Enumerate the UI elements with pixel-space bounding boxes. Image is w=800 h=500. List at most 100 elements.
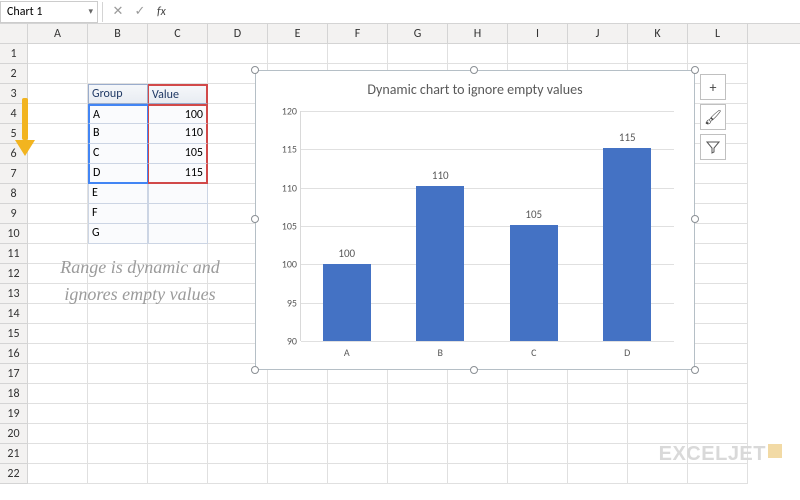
cell[interactable] [688,244,748,264]
cell[interactable] [28,164,88,184]
row-header[interactable]: 20 [0,424,28,444]
cell[interactable] [688,224,748,244]
fx-button[interactable]: fx [151,5,172,19]
plot-area[interactable]: 9095100105110115120 100110105115 [300,111,674,341]
row-header[interactable]: 11 [0,244,28,264]
cell[interactable] [28,104,88,124]
row-header[interactable]: 10 [0,224,28,244]
cell[interactable] [88,384,148,404]
row-header[interactable]: 7 [0,164,28,184]
row-header[interactable]: 22 [0,464,28,484]
column-header[interactable]: J [568,24,628,43]
cell[interactable] [448,404,508,424]
cell[interactable] [148,384,208,404]
cell[interactable] [268,44,328,64]
cell[interactable] [568,404,628,424]
cell[interactable] [508,424,568,444]
cell[interactable] [448,444,508,464]
cell[interactable] [328,404,388,424]
cell[interactable] [508,444,568,464]
cell[interactable] [328,424,388,444]
cell[interactable] [628,384,688,404]
cell[interactable] [28,384,88,404]
cell[interactable]: D [88,164,148,184]
cell[interactable] [208,44,268,64]
cell[interactable] [688,424,748,444]
cell[interactable] [688,304,748,324]
cell[interactable] [28,424,88,444]
cell[interactable] [328,44,388,64]
row-header[interactable]: 1 [0,44,28,64]
cell[interactable] [388,384,448,404]
cell[interactable] [28,464,88,484]
cell[interactable] [208,464,268,484]
column-header[interactable]: F [328,24,388,43]
formula-input[interactable] [172,1,800,23]
cell[interactable] [28,224,88,244]
cell[interactable] [148,184,208,204]
cell[interactable] [688,464,748,484]
cell[interactable] [28,324,88,344]
resize-handle[interactable] [251,366,259,374]
cell[interactable] [28,184,88,204]
cancel-button[interactable]: ✕ [107,1,129,23]
column-header[interactable]: H [448,24,508,43]
cell[interactable] [28,404,88,424]
row-header[interactable]: 18 [0,384,28,404]
bar[interactable]: 100 [317,247,377,341]
row-header[interactable]: 14 [0,304,28,324]
cell[interactable] [448,384,508,404]
cell[interactable]: 115 [148,164,208,184]
chart-elements-button[interactable]: + [700,74,726,100]
resize-handle[interactable] [251,215,259,223]
confirm-button[interactable]: ✓ [129,1,151,23]
resize-handle[interactable] [691,66,699,74]
column-header[interactable]: B [88,24,148,43]
cell[interactable] [88,324,148,344]
cell[interactable] [568,424,628,444]
column-header[interactable]: D [208,24,268,43]
cell[interactable]: Group [88,84,148,104]
cell[interactable] [28,204,88,224]
cell[interactable]: G [88,224,148,244]
cell[interactable] [148,344,208,364]
cell[interactable] [688,184,748,204]
cell[interactable] [28,44,88,64]
cell[interactable] [148,364,208,384]
cell[interactable] [388,424,448,444]
chart-styles-button[interactable]: 🖌 [700,104,726,130]
row-header[interactable]: 21 [0,444,28,464]
cell[interactable] [148,44,208,64]
cell[interactable]: Value [148,84,208,104]
cell[interactable] [28,144,88,164]
cell[interactable] [148,64,208,84]
column-header[interactable]: I [508,24,568,43]
cell[interactable] [268,424,328,444]
cell[interactable] [388,444,448,464]
cell[interactable] [688,44,748,64]
row-header[interactable]: 12 [0,264,28,284]
row-header[interactable]: 19 [0,404,28,424]
cell[interactable]: C [88,144,148,164]
bar[interactable]: 110 [410,169,470,341]
cell[interactable] [448,464,508,484]
chart-object[interactable]: Dynamic chart to ignore empty values 909… [255,70,695,370]
cell[interactable] [88,364,148,384]
cell[interactable] [568,44,628,64]
row-header[interactable]: 9 [0,204,28,224]
bar[interactable]: 105 [504,208,564,341]
column-header[interactable]: K [628,24,688,43]
resize-handle[interactable] [691,366,699,374]
cell[interactable]: E [88,184,148,204]
cell[interactable] [148,444,208,464]
cell[interactable]: 100 [148,104,208,124]
cell[interactable] [148,204,208,224]
cell[interactable]: 105 [148,144,208,164]
cell[interactable] [28,444,88,464]
column-header[interactable]: C [148,24,208,43]
column-header[interactable]: A [28,24,88,43]
row-header[interactable]: 16 [0,344,28,364]
cell[interactable] [88,424,148,444]
cell[interactable] [148,424,208,444]
cell[interactable] [28,124,88,144]
